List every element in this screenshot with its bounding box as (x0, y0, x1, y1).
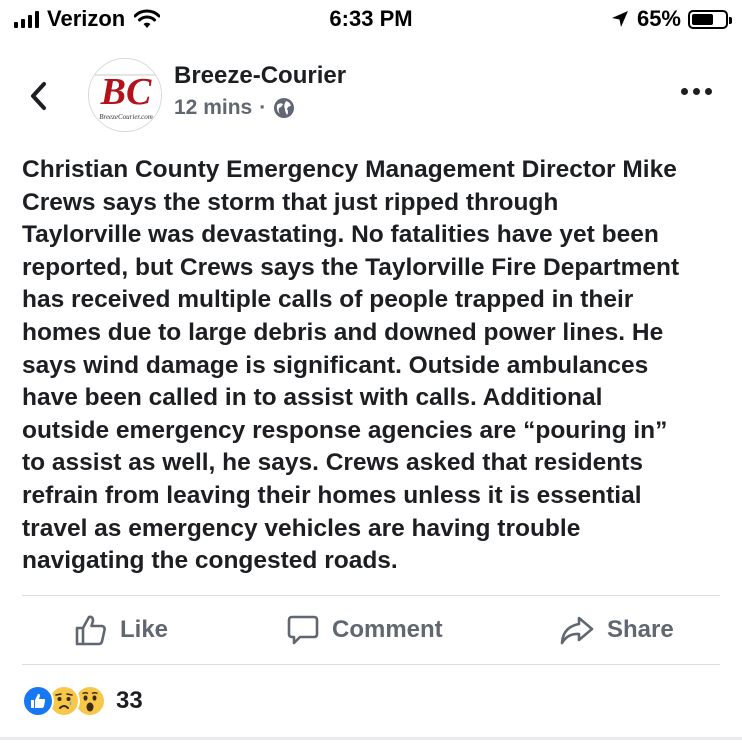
battery-icon (688, 9, 732, 29)
share-button[interactable]: Share (559, 596, 674, 664)
comment-button[interactable]: Comment (286, 596, 443, 664)
post-body-line: Christian County Emergency Management Di… (22, 156, 677, 183)
post-header: BC BreezeCourier.com Breeze-Courier 12 m… (0, 54, 742, 140)
like-button[interactable]: Like (74, 596, 168, 664)
post-body-line: refrain from leaving their homes unless … (22, 481, 642, 509)
post-body-line: have been called in to assist with calls… (22, 384, 603, 412)
post-timestamp[interactable]: 12 mins (174, 96, 252, 120)
page-name[interactable]: Breeze-Courier (174, 62, 346, 90)
more-options-button[interactable] (677, 84, 716, 99)
post-body-line: reported, but Crews says the Taylorville… (22, 253, 680, 281)
post-body-line: says wind damage is significant. Outside… (22, 351, 649, 379)
page-avatar[interactable]: BC BreezeCourier.com (88, 58, 162, 132)
post-body-line: navigating the congested roads. (22, 547, 398, 575)
breeze-courier-logo: BC BreezeCourier.com (89, 59, 161, 131)
post-meta: 12 mins · (174, 96, 295, 120)
post-body-text: Christian County Emergency Management Di… (22, 154, 727, 578)
comment-label: Comment (332, 616, 443, 643)
globe-icon (274, 98, 295, 118)
more-dots-icon (681, 88, 688, 95)
status-right: 65% (611, 6, 732, 32)
battery-percent: 65% (636, 6, 681, 31)
post-body-line: Taylorville was devastating. No fataliti… (22, 221, 659, 249)
like-label: Like (120, 616, 169, 643)
thumbs-up-icon (75, 615, 106, 646)
post-body-line: outside emergency response agencies are … (22, 416, 668, 444)
logo-caption: BreezeCourier.com (99, 113, 153, 121)
logo-letters: BC (100, 71, 152, 113)
location-arrow-icon (611, 11, 628, 27)
battery-level (692, 13, 713, 25)
status-bar: Verizon 6:33 PM 65% (0, 0, 742, 38)
comment-bubble-icon (287, 615, 319, 645)
action-bar: Like Comment Share (22, 596, 720, 664)
bottom-divider (0, 737, 742, 740)
reaction-count: 33 (116, 687, 143, 714)
action-bar-bottom-divider (22, 664, 720, 665)
share-label: Share (607, 616, 674, 643)
post-body-line: homes due to large debris and downed pow… (22, 318, 664, 346)
post-body-line: travel as emergency vehicles are having … (22, 514, 581, 542)
share-arrow-icon (560, 616, 594, 645)
like-reaction-icon (22, 685, 54, 717)
meta-separator: · (259, 96, 267, 119)
back-chevron-icon[interactable] (24, 76, 54, 116)
reactions-summary[interactable]: 33 (22, 683, 143, 719)
post-body-line: has received multiple calls of people tr… (22, 286, 634, 314)
post-body-line: to assist as well, he says. Crews asked … (22, 449, 643, 477)
post-body-line: Crews says the storm that just ripped th… (22, 188, 559, 216)
